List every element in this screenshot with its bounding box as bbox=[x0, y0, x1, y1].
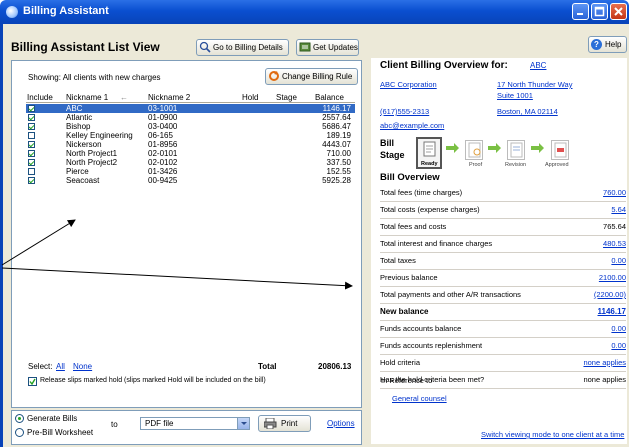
annotation-arrow-overview bbox=[1, 267, 353, 290]
annotation-arrow-list bbox=[1, 219, 76, 266]
annotation-arrows bbox=[1, 219, 353, 290]
